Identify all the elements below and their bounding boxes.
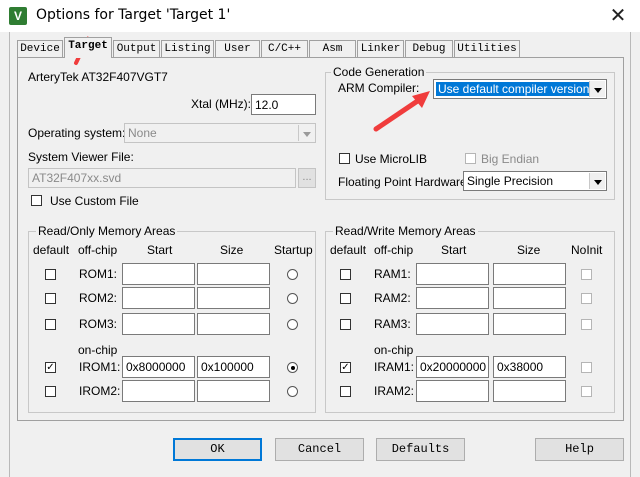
tab-target[interactable]: Target <box>64 37 112 58</box>
annotation-arrows <box>74 36 430 132</box>
annotation-arrow-compiler <box>373 91 430 132</box>
